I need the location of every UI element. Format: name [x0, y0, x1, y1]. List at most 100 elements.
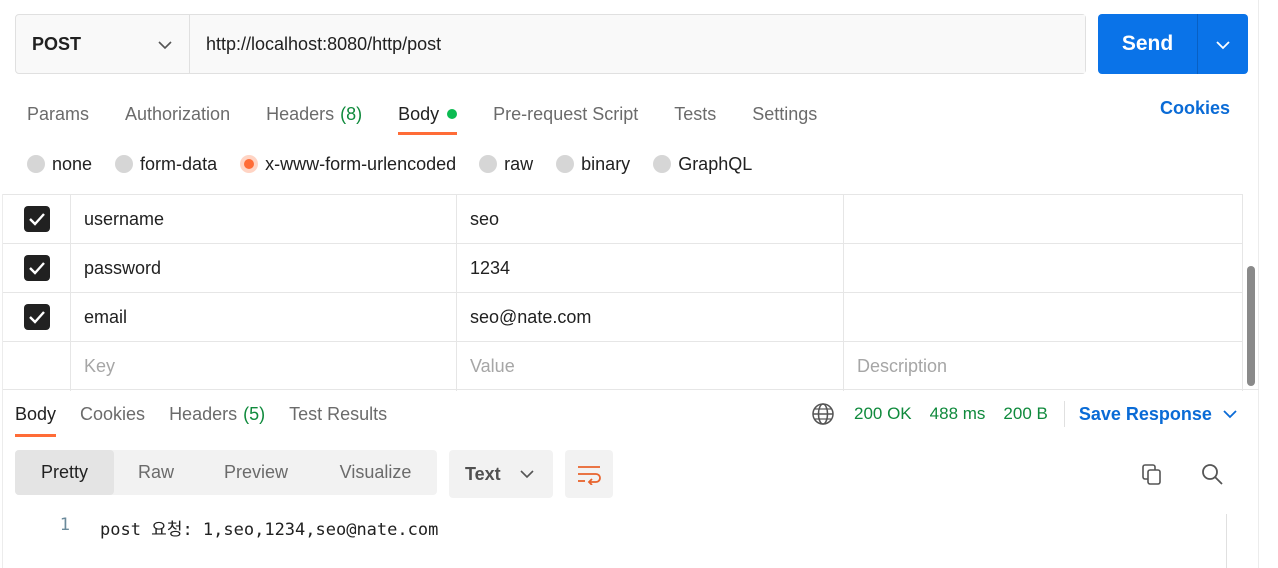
chevron-down-icon [157, 34, 173, 55]
tab-settings[interactable]: Settings [752, 96, 817, 132]
body-type-none[interactable]: none [27, 154, 92, 175]
row-checkbox-cell [3, 244, 71, 292]
radio-button[interactable] [479, 155, 498, 173]
tab-body[interactable]: Body [398, 96, 458, 135]
tab-tests[interactable]: Tests [674, 96, 716, 132]
checkmark-icon [28, 311, 45, 324]
response-time[interactable]: 488 ms [930, 404, 986, 424]
view-mode-raw[interactable]: Raw [114, 450, 198, 495]
tab-label: Test Results [289, 403, 388, 424]
row-checkbox[interactable] [23, 206, 50, 232]
row-checkbox-cell [3, 293, 71, 341]
table-row: username seo [3, 195, 1243, 244]
table-row: email seo@nate.com [3, 293, 1243, 342]
tab-params[interactable]: Params [27, 96, 89, 132]
value-cell[interactable]: seo [457, 195, 844, 243]
save-response-button[interactable]: Save Response [1079, 404, 1238, 425]
description-cell[interactable] [844, 244, 1243, 292]
response-tabs: Body Cookies Headers (5) Test Results [15, 400, 411, 437]
tab-label: Headers [169, 403, 238, 424]
tab-pre-request-script[interactable]: Pre-request Script [493, 96, 638, 132]
table-row-new: Key Value Description [3, 342, 1243, 391]
response-meta: 200 OK 488 ms 200 B Save Response [811, 400, 1238, 428]
body-type-x-www-form-urlencoded[interactable]: x-www-form-urlencoded [240, 154, 456, 175]
scrollbar-thumb[interactable] [1247, 266, 1255, 386]
value-input[interactable]: Value [457, 342, 844, 391]
form-params-table: username seo password 1234 email seo@nat… [3, 194, 1243, 391]
chevron-down-icon [519, 469, 535, 479]
tab-label: Body [398, 103, 440, 124]
tab-authorization[interactable]: Authorization [125, 96, 230, 132]
body-active-indicator [447, 109, 458, 119]
params-scrollbar[interactable] [1246, 200, 1256, 386]
radio-button[interactable] [27, 155, 45, 173]
response-divider[interactable] [3, 389, 1259, 390]
tab-label: Authorization [125, 103, 231, 124]
radio-label: none [52, 153, 93, 174]
body-type-raw[interactable]: raw [479, 154, 533, 175]
description-cell[interactable] [844, 293, 1243, 341]
wrap-lines-button[interactable] [565, 450, 613, 498]
radio-button-selected[interactable] [240, 155, 259, 173]
url-input[interactable]: http://localhost:8080/http/post [190, 15, 1085, 73]
key-input[interactable]: Key [71, 342, 457, 391]
view-mode-visualize[interactable]: Visualize [314, 450, 437, 495]
value-cell[interactable]: seo@nate.com [457, 293, 844, 341]
search-icon [1200, 462, 1224, 486]
view-mode-pretty[interactable]: Pretty [15, 450, 114, 495]
key-cell[interactable]: password [71, 244, 457, 292]
send-button[interactable]: Send [1098, 14, 1198, 74]
response-size[interactable]: 200 B [1003, 404, 1047, 424]
radio-label: raw [504, 153, 534, 174]
send-options-button[interactable] [1198, 14, 1248, 74]
tab-label: Pre-request Script [493, 103, 639, 124]
response-tab-headers[interactable]: Headers (5) [169, 400, 265, 428]
divider [1063, 401, 1065, 427]
request-tabs: Params Authorization Headers (8) Body Pre… [27, 96, 853, 136]
status-code[interactable]: 200 OK [854, 404, 912, 424]
response-tab-test-results[interactable]: Test Results [289, 400, 387, 428]
radio-label: x-www-form-urlencoded [265, 153, 457, 174]
body-type-graphql[interactable]: GraphQL [653, 154, 752, 175]
cookies-link[interactable]: Cookies [1160, 98, 1230, 122]
key-cell[interactable]: username [71, 195, 457, 243]
table-row: password 1234 [3, 244, 1243, 293]
radio-button[interactable] [556, 155, 575, 173]
key-cell[interactable]: email [71, 293, 457, 341]
description-input[interactable]: Description [844, 342, 1243, 391]
response-body-text[interactable]: post 요청: 1,seo,1234,seo@nate.com [100, 515, 438, 540]
chevron-down-icon [1215, 34, 1231, 55]
format-select[interactable]: Text [449, 450, 553, 498]
radio-label: binary [581, 153, 631, 174]
tab-label: Settings [752, 103, 818, 124]
radio-label: GraphQL [678, 153, 753, 174]
tab-headers[interactable]: Headers (8) [266, 96, 362, 132]
tab-label: Cookies [80, 403, 146, 424]
radio-button[interactable] [653, 155, 672, 173]
code-scrollbar[interactable] [1226, 514, 1227, 568]
copy-button[interactable] [1138, 460, 1166, 488]
search-button[interactable] [1198, 460, 1226, 488]
body-type-radio-group: none form-data x-www-form-urlencoded raw… [27, 150, 775, 178]
headers-count: (5) [243, 403, 266, 424]
row-checkbox[interactable] [23, 304, 50, 330]
value-cell[interactable]: 1234 [457, 244, 844, 292]
view-mode-preview[interactable]: Preview [198, 450, 314, 495]
panel-right-border [1258, 0, 1259, 568]
radio-label: form-data [140, 153, 218, 174]
radio-button[interactable] [115, 155, 134, 173]
globe-icon[interactable] [811, 402, 835, 426]
response-tab-cookies[interactable]: Cookies [80, 400, 145, 428]
response-tab-body[interactable]: Body [15, 400, 57, 437]
view-mode-segmented-control: Pretty Raw Preview Visualize [15, 450, 437, 495]
method-select[interactable]: POST [16, 15, 190, 73]
row-checkbox[interactable] [23, 255, 50, 281]
description-cell[interactable] [844, 195, 1243, 243]
body-type-binary[interactable]: binary [556, 154, 630, 175]
send-button-group: Send [1098, 14, 1248, 74]
request-url-bar: POST http://localhost:8080/http/post [15, 14, 1086, 74]
body-type-form-data[interactable]: form-data [115, 154, 217, 175]
wrap-lines-icon [576, 463, 602, 485]
chevron-down-icon [1222, 409, 1238, 419]
copy-icon [1140, 462, 1164, 486]
